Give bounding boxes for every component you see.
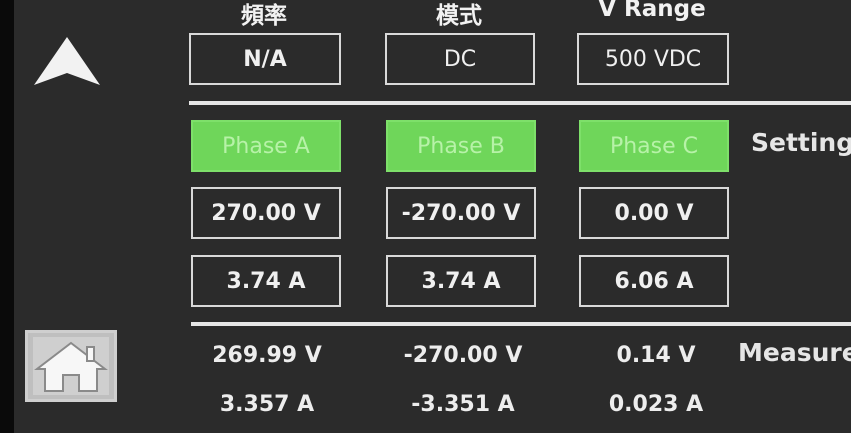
up-arrow-icon[interactable] bbox=[32, 35, 102, 87]
phase-c-button[interactable]: Phase C bbox=[579, 120, 729, 172]
phase-a-current-setting[interactable]: 3.74 A bbox=[191, 255, 341, 307]
home-button[interactable] bbox=[25, 330, 117, 402]
phase-a-current-measure: 3.357 A bbox=[219, 392, 315, 417]
top-divider bbox=[189, 101, 851, 105]
phase-b-voltage-setting[interactable]: -270.00 V bbox=[386, 187, 536, 239]
bottom-divider bbox=[191, 322, 851, 326]
phase-a-voltage-setting[interactable]: 270.00 V bbox=[191, 187, 341, 239]
phase-a-button[interactable]: Phase A bbox=[191, 120, 341, 172]
phase-c-current-measure: 0.023 A bbox=[608, 392, 704, 417]
mode-field[interactable]: DC bbox=[385, 33, 535, 85]
phase-a-voltage-measure: 269.99 V bbox=[212, 343, 322, 368]
measure-label: Measure bbox=[738, 338, 851, 367]
phase-c-voltage-measure: 0.14 V bbox=[616, 343, 696, 368]
phase-b-voltage-measure: -270.00 V bbox=[403, 343, 523, 368]
phase-c-voltage-setting[interactable]: 0.00 V bbox=[579, 187, 729, 239]
vrange-label: V Range bbox=[598, 0, 706, 22]
phase-b-current-setting[interactable]: 3.74 A bbox=[386, 255, 536, 307]
mode-label: 模式 bbox=[436, 3, 482, 29]
control-panel-screen: 頻率 模式 V Range N/A DC 500 VDC Phase A Pha… bbox=[0, 0, 851, 433]
home-icon bbox=[33, 337, 109, 395]
vrange-field[interactable]: 500 VDC bbox=[577, 33, 729, 85]
setting-label: Setting bbox=[751, 128, 851, 157]
phase-b-current-measure: -3.351 A bbox=[411, 392, 515, 417]
frequency-field[interactable]: N/A bbox=[189, 33, 341, 85]
phase-b-button[interactable]: Phase B bbox=[386, 120, 536, 172]
phase-c-current-setting[interactable]: 6.06 A bbox=[579, 255, 729, 307]
frequency-label: 頻率 bbox=[241, 3, 287, 29]
